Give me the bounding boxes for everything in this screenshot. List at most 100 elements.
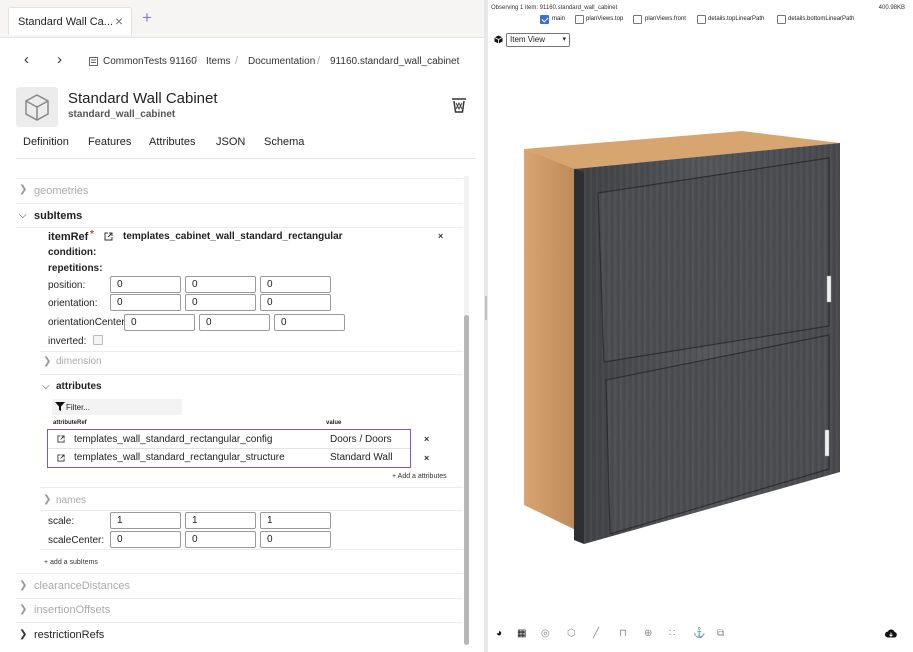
layers-icon[interactable]: ⧉	[717, 628, 724, 639]
section-attributes[interactable]: attributes	[56, 381, 102, 392]
add-attribute-button[interactable]: + Add a attributes	[392, 473, 447, 480]
tab-divider	[16, 158, 476, 159]
close-tab-icon[interactable]: ×	[115, 13, 123, 29]
row-divider	[16, 598, 463, 599]
row-divider	[16, 203, 463, 204]
attribute-value[interactable]: Doors / Doors	[330, 434, 392, 445]
tab-attributes[interactable]: Attributes	[149, 136, 195, 148]
add-subitem-button[interactable]: + add a subItems	[44, 559, 98, 566]
crosshair-icon[interactable]: ⊕	[644, 628, 652, 639]
breadcrumb: ‹ › CommonTests 91160 / Items / Document…	[0, 48, 484, 74]
itemref-value[interactable]: templates_cabinet_wall_standard_rectangu…	[123, 231, 343, 242]
grid-icon[interactable]: ▦	[517, 628, 526, 639]
scale-y-input[interactable]: 1	[185, 512, 256, 529]
section-dimension[interactable]: dimension	[56, 356, 102, 367]
scale-label: scale:	[48, 516, 75, 527]
section-clearance-distances[interactable]: clearanceDistances	[34, 580, 130, 592]
orientation-x-input[interactable]: 0	[110, 294, 181, 311]
position-z-input[interactable]: 0	[260, 276, 331, 293]
page-title: Standard Wall Cabinet	[68, 90, 218, 107]
breadcrumb-current: 91160.standard_wall_cabinet	[330, 56, 460, 67]
scale-x-input[interactable]: 1	[110, 512, 181, 529]
document-tab[interactable]: Standard Wall Ca... ×	[8, 7, 132, 35]
column-header-attributeref: attributeRef	[53, 420, 87, 426]
condition-label: condition:	[48, 247, 97, 258]
palette-icon[interactable]: ◕	[496, 628, 502, 639]
position-x-input[interactable]: 0	[110, 276, 181, 293]
tab-features[interactable]: Features	[88, 136, 131, 148]
external-link-icon[interactable]	[57, 454, 65, 462]
resize-grip-icon[interactable]	[485, 296, 487, 320]
attribute-value[interactable]: Standard Wall	[330, 452, 392, 463]
position-label: position:	[48, 280, 86, 291]
scale-center-x-input[interactable]: 0	[110, 531, 181, 548]
scale-center-z-input[interactable]: 0	[260, 531, 331, 548]
tab-json[interactable]: JSON	[216, 136, 245, 148]
breadcrumb-items[interactable]: Items	[206, 56, 230, 67]
scale-center-y-input[interactable]: 0	[185, 531, 256, 548]
new-tab-button[interactable]: +	[142, 8, 152, 28]
cabinet-3d-render[interactable]	[488, 0, 913, 652]
orientation-label: orientation:	[48, 298, 98, 309]
chevron-right-icon[interactable]: ❯	[19, 184, 27, 195]
chevron-right-icon[interactable]: ❯	[19, 629, 27, 640]
box-icon[interactable]: ⬡	[567, 628, 576, 639]
delete-icon[interactable]	[451, 97, 467, 114]
orientation-z-input[interactable]: 0	[260, 294, 331, 311]
scale-center-label: scaleCenter:	[48, 535, 105, 546]
column-header-value: value	[326, 420, 342, 426]
section-subitems[interactable]: subItems	[34, 210, 82, 222]
breadcrumb-documentation[interactable]: Documentation	[248, 56, 315, 67]
section-geometries[interactable]: geometries	[34, 185, 88, 197]
filter-input[interactable]: Filter...	[52, 399, 182, 415]
position-y-input[interactable]: 0	[185, 276, 256, 293]
breadcrumb-separator: /	[235, 55, 239, 67]
row-divider	[40, 549, 463, 550]
row-divider	[16, 227, 463, 228]
remove-attribute-button[interactable]: ×	[424, 434, 429, 444]
row-divider	[16, 573, 463, 574]
item-id: standard_wall_cabinet	[68, 109, 176, 120]
orientation-center-label-clip: orientationCenter:	[48, 317, 124, 330]
sphere-icon[interactable]: ◎	[541, 628, 550, 639]
scrollbar-thumb[interactable]	[464, 315, 469, 645]
remove-attribute-button[interactable]: ×	[424, 453, 429, 463]
section-insertion-offsets[interactable]: insertionOffsets	[34, 604, 110, 616]
scale-z-input[interactable]: 1	[260, 512, 331, 529]
row-divider	[16, 622, 463, 623]
chevron-right-icon[interactable]: ❯	[43, 494, 51, 505]
anchor-icon[interactable]: ⚓	[693, 628, 705, 639]
orientation-y-input[interactable]: 0	[185, 294, 256, 311]
filter-icon	[55, 402, 65, 411]
orientation-center-z-input[interactable]: 0	[274, 314, 345, 331]
brush-icon[interactable]: ╱	[593, 628, 599, 639]
section-restriction-refs[interactable]: restrictionRefs	[34, 629, 104, 641]
tab-schema[interactable]: Schema	[264, 136, 304, 148]
forward-button[interactable]: ›	[57, 51, 62, 68]
back-button[interactable]: ‹	[24, 51, 29, 68]
dots-icon[interactable]: ∷	[669, 628, 675, 639]
attribute-ref[interactable]: templates_wall_standard_rectangular_stru…	[74, 452, 285, 463]
required-marker: *	[90, 229, 94, 240]
chevron-right-icon[interactable]: ❯	[19, 604, 27, 615]
bracket-icon[interactable]: ⊓	[619, 628, 627, 639]
breadcrumb-root[interactable]: CommonTests 91160	[103, 56, 197, 67]
external-link-icon[interactable]	[104, 232, 113, 241]
chevron-right-icon[interactable]: ❯	[19, 580, 27, 591]
row-divider	[40, 510, 463, 511]
inverted-checkbox[interactable]	[93, 335, 103, 345]
repetitions-label: repetitions:	[48, 263, 103, 274]
orientation-center-x-input[interactable]: 0	[124, 314, 195, 331]
attribute-ref[interactable]: templates_wall_standard_rectangular_conf…	[74, 434, 272, 445]
remove-subitem-button[interactable]: ×	[438, 231, 443, 241]
external-link-icon[interactable]	[57, 435, 65, 443]
chevron-down-icon[interactable]: ⌵	[42, 381, 50, 392]
chevron-down-icon[interactable]: ⌵	[19, 210, 27, 221]
tab-definition[interactable]: Definition	[23, 136, 69, 148]
orientation-center-y-input[interactable]: 0	[199, 314, 270, 331]
cube-icon	[25, 94, 49, 121]
section-names[interactable]: names	[56, 495, 86, 506]
chevron-right-icon[interactable]: ❯	[43, 356, 51, 367]
catalog-icon	[89, 57, 98, 66]
cloud-download-icon[interactable]	[885, 629, 897, 638]
